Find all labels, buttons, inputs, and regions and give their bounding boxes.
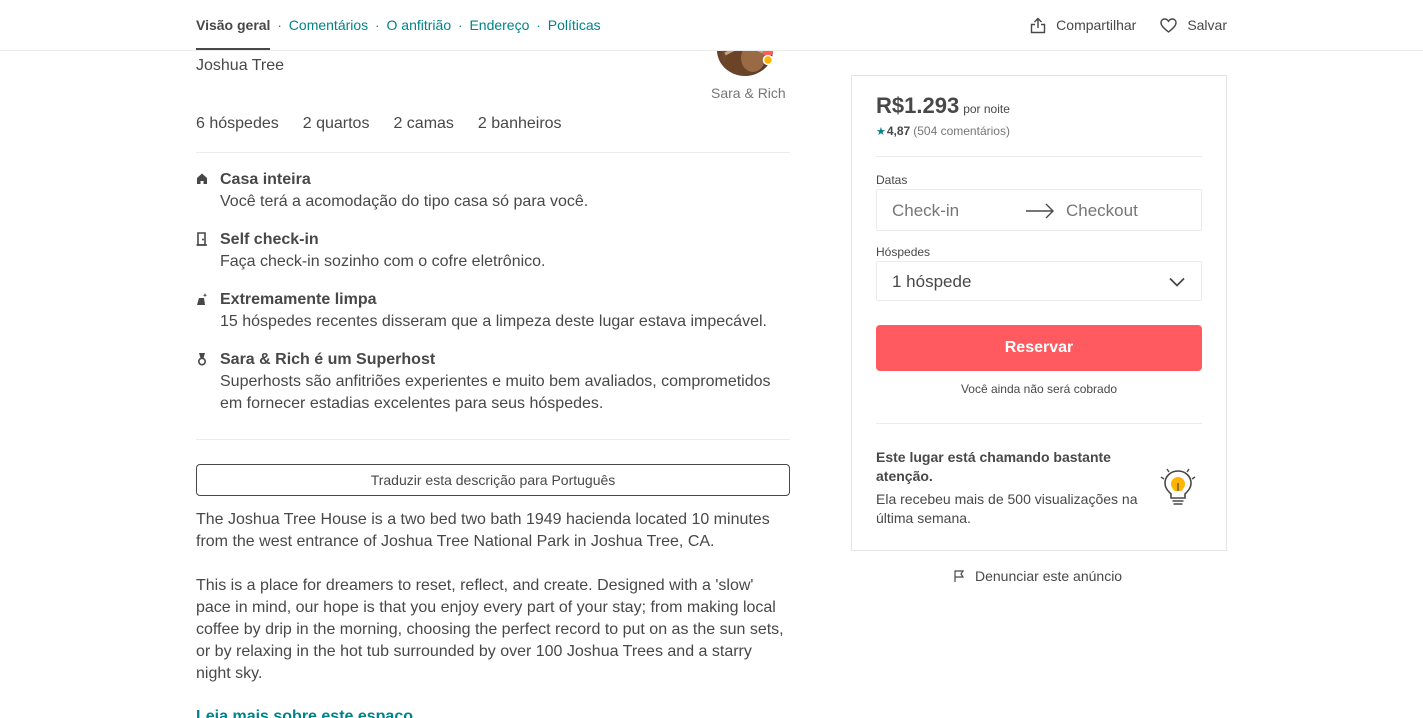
door-icon <box>196 232 207 246</box>
nav-actions: Compartilhar Salvar <box>1030 0 1227 50</box>
no-charge-note: Você ainda não será cobrado <box>960 382 1118 396</box>
rating-summary[interactable]: ★ 4,87 (504 comentários) <box>876 124 1010 138</box>
price-row: R$1.293 por noite <box>876 93 1010 119</box>
reserve-button[interactable]: Reservar <box>876 325 1202 371</box>
tab-host[interactable]: O anfitrião <box>387 17 452 33</box>
host-name[interactable]: Sara & Rich <box>711 85 786 101</box>
dates-label: Datas <box>876 173 908 187</box>
date-range-picker: Check-in Checkout <box>876 189 1202 231</box>
review-count: (504 comentários) <box>913 124 1010 138</box>
popularity-desc: Ela recebeu mais de 500 visualizações na… <box>876 491 1138 526</box>
medal-icon <box>197 353 207 366</box>
baths-stat: 2 banheiros <box>477 115 562 132</box>
sticky-nav: Visão geral · Comentários · O anfitrião … <box>0 0 1423 51</box>
share-button[interactable]: Compartilhar <box>1030 17 1136 34</box>
description-paragraph: The Joshua Tree House is a two bed two b… <box>196 511 770 550</box>
bedrooms-stat: 2 quartos <box>302 115 370 132</box>
guests-select[interactable]: 1 hóspede <box>876 261 1202 301</box>
checkout-input[interactable]: Checkout <box>1066 201 1138 221</box>
tab-separator: · <box>375 17 380 33</box>
rating-value: 4,87 <box>886 124 911 138</box>
booking-card: R$1.293 por noite ★ 4,87 (504 comentário… <box>851 75 1227 551</box>
tab-separator: · <box>458 17 463 33</box>
feature-title: Sara & Rich é um Superhost <box>220 351 436 368</box>
feature-desc: Você terá a acomodação do tipo casa só p… <box>220 193 589 210</box>
share-icon <box>1030 17 1046 33</box>
feature-title: Casa inteira <box>220 171 311 188</box>
feature-desc: 15 hóspedes recentes disseram que a limp… <box>220 313 767 330</box>
feature-title: Extremamente limpa <box>220 291 377 308</box>
heart-icon <box>1160 17 1178 33</box>
arrow-right-icon <box>1026 203 1054 219</box>
description-paragraph: This is a place for dreamers to reset, r… <box>196 577 784 682</box>
checkin-input[interactable]: Check-in <box>892 201 959 221</box>
read-more-link[interactable]: Leia mais sobre este espaço <box>196 708 413 718</box>
share-label: Compartilhar <box>1056 17 1137 33</box>
save-label: Salvar <box>1187 17 1227 33</box>
tab-separator: · <box>277 17 282 33</box>
home-icon <box>197 173 207 184</box>
nightly-price: R$1.293 <box>876 93 960 118</box>
listing-location: Joshua Tree <box>196 57 285 74</box>
guests-stat: 6 hóspedes <box>196 115 279 132</box>
divider <box>876 423 1202 424</box>
feature-clean: Extremamente limpa 15 hóspedes recentes … <box>196 289 790 333</box>
tab-reviews[interactable]: Comentários <box>289 17 368 33</box>
section-tabs: Visão geral · Comentários · O anfitrião … <box>196 0 601 50</box>
feature-desc: Superhosts são anfitriões experientes e … <box>220 373 771 412</box>
guests-label: Hóspedes <box>876 245 931 259</box>
report-listing-link[interactable]: Denunciar este anúncio <box>953 568 1122 584</box>
beds-stat: 2 camas <box>393 115 454 132</box>
popularity-title: Este lugar está chamando bastante atençã… <box>876 449 1111 484</box>
feature-title: Self check-in <box>220 231 319 248</box>
feature-self-checkin: Self check-in Faça check-in sozinho com … <box>196 229 790 273</box>
report-label: Denunciar este anúncio <box>975 568 1123 584</box>
chevron-down-icon <box>1169 277 1185 287</box>
translate-button[interactable]: Traduzir esta descrição para Português <box>196 464 790 496</box>
save-button[interactable]: Salvar <box>1160 17 1227 33</box>
feature-desc: Faça check-in sozinho com o cofre eletrô… <box>220 253 546 270</box>
tab-location[interactable]: Endereço <box>469 17 529 33</box>
divider <box>876 156 1202 157</box>
listing-stats: 6 hóspedes 2 quartos 2 camas 2 banheiros <box>196 115 562 133</box>
sparkle-icon <box>197 293 208 305</box>
star-icon: ★ <box>876 125 886 138</box>
feature-superhost: Sara & Rich é um Superhost Superhosts sã… <box>196 349 790 415</box>
flag-icon <box>954 570 965 582</box>
feature-entire-home: Casa inteira Você terá a acomodação do t… <box>196 169 790 213</box>
lightbulb-icon <box>1160 468 1196 505</box>
tab-separator: · <box>536 17 541 33</box>
divider <box>196 439 790 440</box>
per-night-label: por noite <box>963 102 1010 116</box>
tab-policies[interactable]: Políticas <box>548 17 601 33</box>
guests-value: 1 hóspede <box>892 272 972 291</box>
tab-overview[interactable]: Visão geral <box>196 0 271 50</box>
divider <box>196 152 790 153</box>
